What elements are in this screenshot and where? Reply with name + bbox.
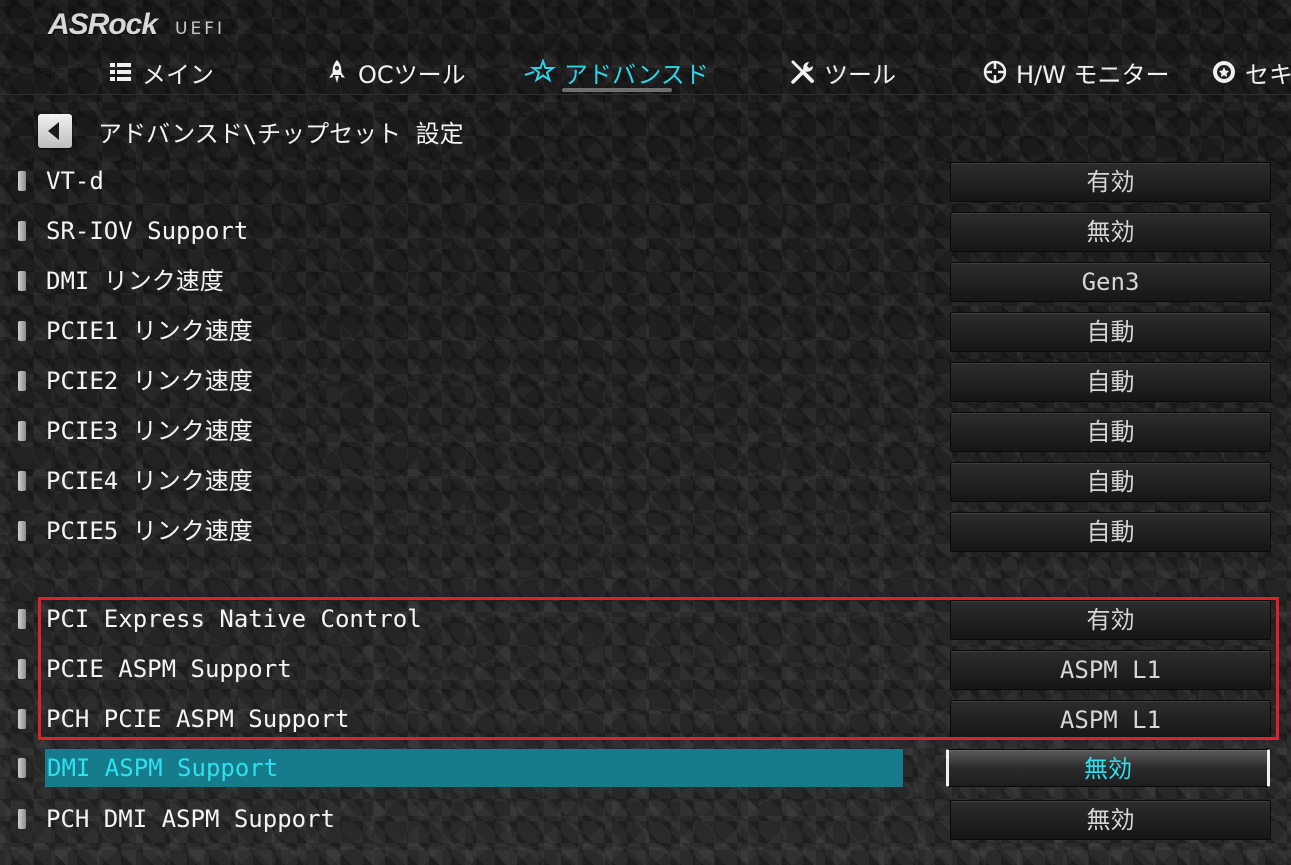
setting-value-button[interactable]: 無効	[950, 212, 1271, 252]
setting-value-button[interactable]: ASPM L1	[950, 650, 1271, 690]
setting-value-button[interactable]: Gen3	[950, 262, 1271, 302]
setting-row-dmi-link-speed[interactable]: DMI リンク速度 Gen3	[0, 260, 1291, 302]
setting-label: PCH PCIE ASPM Support	[46, 705, 350, 733]
setting-row-pch-dmi-aspm-support[interactable]: PCH DMI ASPM Support 無効	[0, 798, 1291, 840]
setting-label: DMI リンク速度	[46, 267, 224, 295]
setting-value-button-selected[interactable]: 無効	[946, 749, 1270, 787]
setting-row-dmi-aspm-support[interactable]: DMI ASPM Support 無効	[0, 747, 1291, 789]
setting-row-vt-d[interactable]: VT-d 有効	[0, 160, 1291, 202]
setting-row-sr-iov[interactable]: SR-IOV Support 無効	[0, 210, 1291, 252]
setting-value-button[interactable]: 有効	[950, 600, 1271, 640]
setting-label: PCIE ASPM Support	[46, 655, 292, 683]
setting-value-button[interactable]: 自動	[950, 462, 1271, 502]
setting-row-pci-express-native-control[interactable]: PCI Express Native Control 有効	[0, 598, 1291, 640]
row-marker-icon	[18, 371, 26, 391]
setting-value-button[interactable]: 無効	[950, 800, 1271, 840]
row-marker-icon	[18, 321, 26, 341]
setting-label: PCIE5 リンク速度	[46, 517, 253, 545]
setting-row-pcie5-link-speed[interactable]: PCIE5 リンク速度 自動	[0, 510, 1291, 552]
setting-label-selected: DMI ASPM Support	[45, 749, 903, 787]
row-marker-icon	[18, 471, 26, 491]
setting-value-button[interactable]: ASPM L1	[950, 700, 1271, 740]
setting-label: PCIE4 リンク速度	[46, 467, 253, 495]
setting-label: PCIE2 リンク速度	[46, 367, 253, 395]
row-marker-icon	[18, 521, 26, 541]
row-marker-icon	[18, 709, 26, 729]
row-marker-icon	[18, 171, 26, 191]
row-marker-icon	[18, 758, 26, 778]
row-marker-icon	[18, 271, 26, 291]
setting-value-button[interactable]: 自動	[950, 312, 1271, 352]
setting-row-pcie-aspm-support[interactable]: PCIE ASPM Support ASPM L1	[0, 648, 1291, 690]
setting-row-pcie1-link-speed[interactable]: PCIE1 リンク速度 自動	[0, 310, 1291, 352]
setting-value-button[interactable]: 自動	[950, 412, 1271, 452]
row-marker-icon	[18, 609, 26, 629]
setting-row-pcie2-link-speed[interactable]: PCIE2 リンク速度 自動	[0, 360, 1291, 402]
setting-value-button[interactable]: 有効	[950, 162, 1271, 202]
row-marker-icon	[18, 659, 26, 679]
setting-row-pch-pcie-aspm-support[interactable]: PCH PCIE ASPM Support ASPM L1	[0, 698, 1291, 740]
row-marker-icon	[18, 809, 26, 829]
setting-value-button[interactable]: 自動	[950, 362, 1271, 402]
setting-label: PCH DMI ASPM Support	[46, 805, 335, 833]
setting-label: PCIE1 リンク速度	[46, 317, 253, 345]
setting-row-pcie3-link-speed[interactable]: PCIE3 リンク速度 自動	[0, 410, 1291, 452]
setting-value-button[interactable]: 自動	[950, 512, 1271, 552]
setting-label: PCIE3 リンク速度	[46, 417, 253, 445]
row-marker-icon	[18, 421, 26, 441]
row-marker-icon	[18, 221, 26, 241]
setting-label: PCI Express Native Control	[46, 605, 422, 633]
setting-label: SR-IOV Support	[46, 217, 249, 245]
setting-row-pcie4-link-speed[interactable]: PCIE4 リンク速度 自動	[0, 460, 1291, 502]
settings-list: VT-d 有効 SR-IOV Support 無効 DMI リンク速度 Gen3…	[0, 0, 1291, 865]
setting-label: VT-d	[46, 167, 104, 195]
